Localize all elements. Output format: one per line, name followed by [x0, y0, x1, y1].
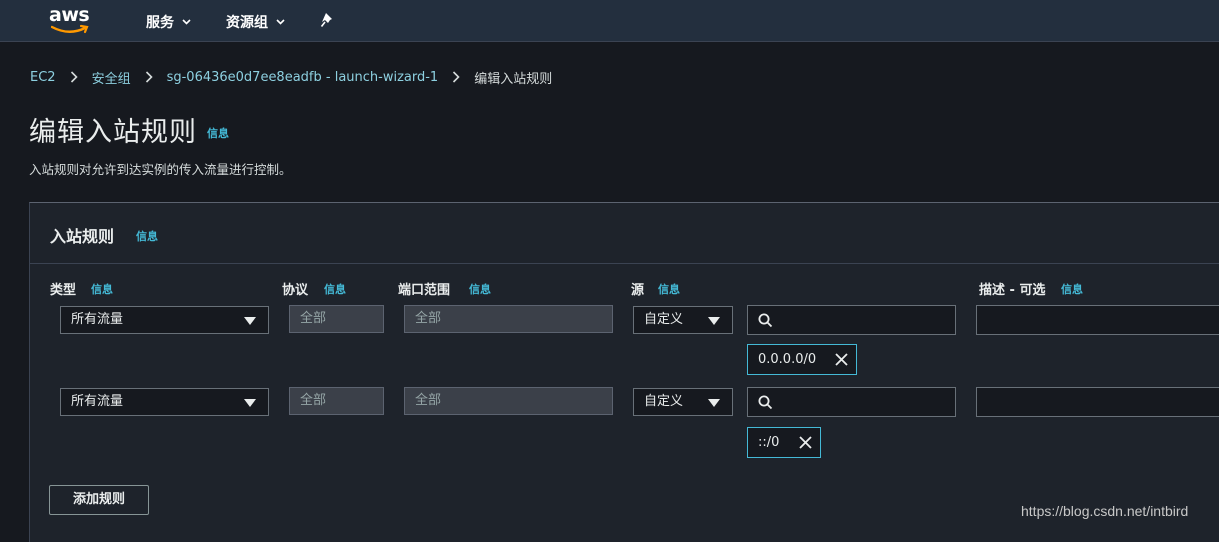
- protocol-info-link[interactable]: 信息: [324, 281, 346, 297]
- cidr-token: 0.0.0.0/0: [747, 344, 857, 375]
- breadcrumb-security-groups[interactable]: 安全组: [92, 68, 131, 87]
- source-info-link[interactable]: 信息: [658, 281, 680, 297]
- breadcrumb-current: 编辑入站规则: [474, 71, 553, 87]
- page-info-link[interactable]: 信息: [207, 125, 229, 141]
- description-input[interactable]: [976, 387, 1219, 417]
- inbound-rules-panel: 入站规则 信息 类型 信息 协议 信息 端口范围 信息 源 信息 描述 - 可选…: [29, 202, 1219, 542]
- panel-info-link[interactable]: 信息: [136, 228, 158, 244]
- port-range-info-link[interactable]: 信息: [469, 281, 491, 297]
- caret-down-icon: [244, 317, 256, 325]
- caret-down-icon: [708, 399, 720, 407]
- cidr-token-value: ::/0: [758, 435, 780, 450]
- resource-groups-label: 资源组: [226, 15, 268, 31]
- cidr-token-value: 0.0.0.0/0: [758, 352, 817, 367]
- source-search[interactable]: [747, 305, 956, 335]
- panel-title: 入站规则: [50, 227, 115, 246]
- aws-logo[interactable]: aws: [49, 4, 91, 36]
- source-type-value: 自定义: [644, 394, 684, 409]
- port-range-field: 全部: [404, 305, 613, 333]
- close-icon[interactable]: [835, 353, 848, 366]
- column-source: 源: [631, 283, 645, 298]
- services-label: 服务: [146, 15, 174, 31]
- search-icon: [758, 395, 773, 410]
- protocol-field: 全部: [289, 305, 384, 333]
- chevron-down-icon: [276, 19, 285, 25]
- breadcrumb: EC2 安全组 sg-06436e0d7ee8eadfb - launch-wi…: [30, 68, 553, 87]
- column-protocol: 协议: [282, 283, 309, 298]
- resource-groups-menu[interactable]: 资源组: [226, 12, 285, 32]
- panel-header: 入站规则 信息: [30, 203, 1219, 264]
- source-search[interactable]: [747, 387, 956, 417]
- page-title: 编辑入站规则: [29, 117, 197, 148]
- chevron-right-icon: [453, 71, 460, 83]
- source-type-select[interactable]: 自定义: [633, 388, 733, 416]
- page-description: 入站规则对允许到达实例的传入流量进行控制。: [29, 162, 292, 177]
- cidr-token: ::/0: [747, 427, 821, 458]
- top-navigation: aws 服务 资源组: [0, 0, 1219, 42]
- rule-type-select[interactable]: 所有流量: [60, 306, 269, 334]
- aws-logo-text: aws: [49, 4, 90, 26]
- source-search-input[interactable]: [780, 308, 954, 334]
- description-info-link[interactable]: 信息: [1061, 281, 1083, 297]
- rule-type-select[interactable]: 所有流量: [60, 388, 269, 416]
- chevron-right-icon: [70, 71, 78, 83]
- breadcrumb-ec2[interactable]: EC2: [30, 70, 56, 85]
- chevron-right-icon: [145, 71, 153, 83]
- rule-type-value: 所有流量: [71, 394, 124, 409]
- protocol-field: 全部: [289, 387, 384, 415]
- chevron-down-icon: [182, 19, 191, 25]
- source-search-input[interactable]: [780, 390, 954, 416]
- port-range-field: 全部: [404, 387, 613, 415]
- add-rule-button[interactable]: 添加规则: [49, 485, 149, 515]
- services-menu[interactable]: 服务: [146, 12, 191, 32]
- description-input[interactable]: [976, 305, 1219, 335]
- pin-icon[interactable]: [320, 12, 336, 28]
- source-type-select[interactable]: 自定义: [633, 306, 733, 334]
- column-port-range: 端口范围: [398, 283, 451, 298]
- type-info-link[interactable]: 信息: [91, 281, 113, 297]
- breadcrumb-security-group[interactable]: sg-06436e0d7ee8eadfb - launch-wizard-1: [167, 70, 439, 85]
- caret-down-icon: [244, 399, 256, 407]
- caret-down-icon: [708, 317, 720, 325]
- aws-smile-icon: [51, 24, 89, 34]
- source-type-value: 自定义: [644, 312, 684, 327]
- search-icon: [758, 313, 773, 328]
- rule-type-value: 所有流量: [71, 312, 124, 327]
- column-description: 描述 - 可选: [979, 283, 1046, 298]
- close-icon[interactable]: [799, 436, 812, 449]
- column-type: 类型: [50, 283, 77, 298]
- watermark: https://blog.csdn.net/intbird: [1021, 503, 1189, 519]
